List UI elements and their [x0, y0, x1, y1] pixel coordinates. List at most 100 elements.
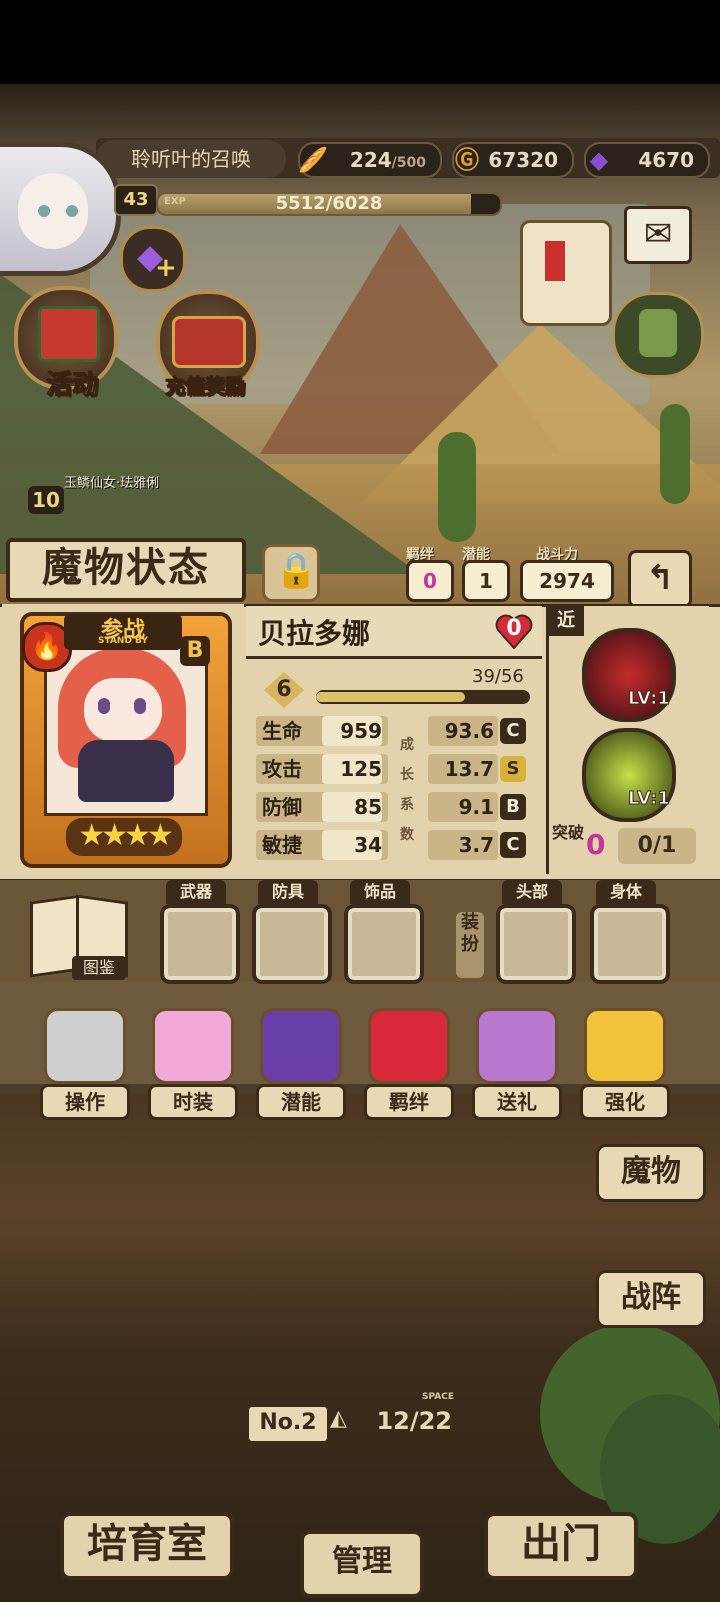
skill-1-level: LV:1	[628, 688, 671, 710]
lock-button[interactable]: 🔒	[262, 544, 320, 602]
storage-indicator: No.2 ◭ 12/22 SPACE	[246, 1392, 456, 1444]
gold-value: 67320	[488, 148, 558, 172]
bread-value: 224	[349, 148, 392, 172]
stat-growth: 93.6	[428, 716, 498, 746]
monster-eye	[98, 698, 110, 714]
weapon-slot[interactable]	[160, 904, 240, 984]
enhance-button[interactable]: 强化	[580, 1008, 670, 1120]
stat-grade: C	[500, 832, 526, 858]
growth-label: 成	[400, 737, 414, 753]
nursery-button[interactable]: 培育室	[60, 1512, 234, 1580]
monster-status-title: 魔物状态	[6, 538, 246, 602]
gift-button[interactable]: 送礼	[472, 1008, 562, 1120]
stat-value: 125	[322, 754, 382, 784]
exp-bar: EXP 5512/6028	[156, 192, 502, 216]
stat-value: 34	[322, 830, 382, 860]
power-value: 2974	[520, 560, 614, 602]
head-slot-label: 头部	[502, 880, 562, 904]
costume-label: 装扮	[456, 912, 484, 978]
gear-icon	[44, 1008, 126, 1084]
potential-action-label: 潜能	[256, 1084, 346, 1120]
manage-button[interactable]: 管理	[300, 1530, 424, 1598]
gem-counter[interactable]: ◆ 4670	[584, 142, 710, 178]
heart-value: 0	[506, 616, 522, 641]
backpack-icon	[639, 309, 677, 357]
bread-counter[interactable]: 🥖 224/500	[298, 142, 442, 178]
avatar-eye	[38, 205, 50, 217]
body-slot-label: 身体	[596, 880, 656, 904]
plus-icon: +	[155, 253, 177, 283]
bond-button[interactable]: 羁绊	[364, 1008, 454, 1120]
stat-growth: 9.1	[428, 792, 498, 822]
buy-gems-button[interactable]: ◆ +	[120, 226, 186, 292]
accessory-slot[interactable]	[344, 904, 424, 984]
storage-capacity: 12/22	[376, 1407, 452, 1435]
growth-label: 系	[400, 797, 414, 813]
gift-label: 送礼	[472, 1084, 562, 1120]
range-badge: 近	[548, 606, 584, 636]
gem-value: 4670	[638, 148, 694, 172]
exp-value: 5512/6028	[275, 193, 383, 214]
pet-level: 10	[28, 486, 64, 514]
skill-2-level: LV:1	[628, 788, 671, 810]
cactus	[660, 404, 690, 504]
fashion-label: 时装	[148, 1084, 238, 1120]
formation-button[interactable]: 战阵	[596, 1270, 706, 1328]
monster-eye	[134, 698, 146, 714]
mail-button[interactable]: ✉	[624, 206, 692, 264]
stat-grade: C	[500, 718, 526, 744]
summon-title[interactable]: 聆听叶的召唤	[96, 140, 286, 178]
level-bar-fill	[316, 692, 465, 702]
accessory-slot-label: 饰品	[350, 880, 410, 904]
activity-label: 活动	[45, 370, 98, 401]
enhance-label: 强化	[580, 1084, 670, 1120]
monster-name: 贝拉多娜	[258, 617, 371, 650]
breakthrough-progress[interactable]: 0/1	[618, 828, 696, 864]
armor-slot-label: 防具	[258, 880, 318, 904]
heart-badge: 0	[494, 612, 534, 652]
monster-face	[84, 678, 162, 742]
growth-label: 长	[400, 767, 414, 783]
avatar-eye	[66, 205, 78, 217]
rank-badge: B	[180, 636, 210, 666]
purple-gem-icon: ◆	[589, 146, 609, 174]
exit-button[interactable]: 出门	[484, 1512, 638, 1580]
bag-button[interactable]	[612, 292, 704, 378]
bond-action-label: 羁绊	[364, 1084, 454, 1120]
quest-scroll-button[interactable]	[520, 220, 612, 326]
lock-icon: 🔒	[275, 551, 318, 591]
head-slot[interactable]	[496, 904, 576, 984]
bond-value: 0	[406, 560, 454, 602]
weapon-slot-label: 武器	[166, 880, 226, 904]
level-progress: 39/56	[472, 666, 524, 687]
player-avatar[interactable]	[0, 142, 121, 276]
bread-icon: 🥖	[298, 146, 328, 174]
treasure-chest-icon	[172, 316, 246, 368]
gold-counter[interactable]: Ⓖ 67320	[452, 142, 574, 178]
scroll-icon	[545, 241, 565, 281]
operate-label: 操作	[40, 1084, 130, 1120]
pet-name: 玉鳞仙女·珐雅俐	[64, 476, 160, 491]
fashion-button[interactable]: 时装	[148, 1008, 238, 1120]
stat-grade: S	[500, 756, 526, 782]
recharge-reward-label: 充值奖励	[165, 374, 246, 399]
cactus	[438, 432, 476, 542]
monster-level-bar	[316, 690, 530, 704]
operate-button[interactable]: 操作	[40, 1008, 130, 1120]
storage-number: No.2	[246, 1404, 330, 1444]
up-arrows-icon	[584, 1008, 666, 1084]
stat-value: 85	[322, 792, 382, 822]
potential-button[interactable]: 潜能	[256, 1008, 346, 1120]
armor-slot[interactable]	[252, 904, 332, 984]
stat-value: 959	[322, 716, 382, 746]
codex-label: 图鉴	[72, 956, 126, 980]
stat-growth: 13.7	[428, 754, 498, 784]
growth-label: 数	[400, 827, 414, 843]
gift-icon	[38, 306, 100, 362]
back-button[interactable]: ↰	[628, 550, 692, 608]
demon-icon	[260, 1008, 342, 1084]
stat-growth: 3.7	[428, 830, 498, 860]
monsters-button[interactable]: 魔物	[596, 1144, 706, 1202]
back-arrow-icon: ↰	[645, 558, 675, 598]
body-slot[interactable]	[590, 904, 670, 984]
